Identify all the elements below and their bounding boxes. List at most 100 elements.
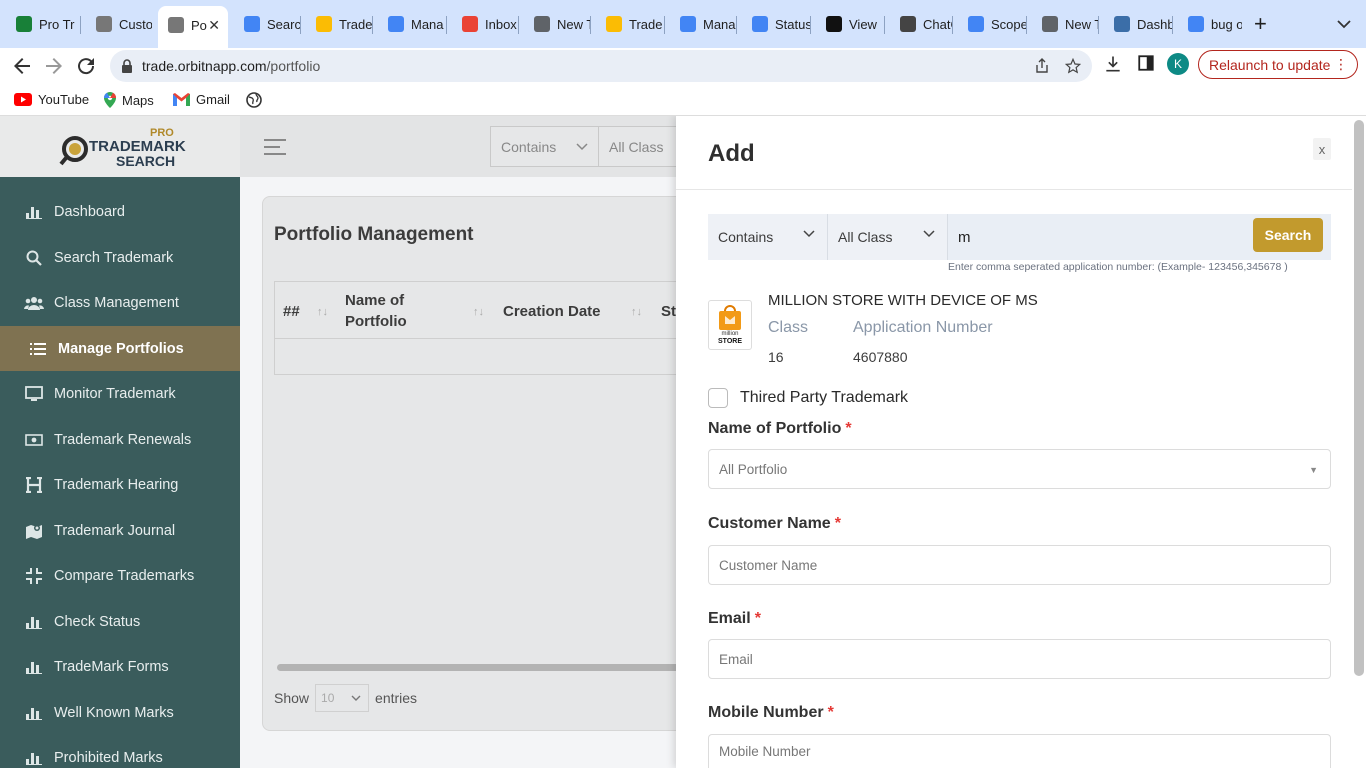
share-icon[interactable] <box>1034 58 1050 74</box>
bookmark-maps[interactable]: Maps <box>104 92 154 108</box>
browser-tab[interactable]: bug o <box>1178 9 1242 39</box>
hamburger-menu-icon[interactable] <box>264 139 286 155</box>
bookmark-label: Maps <box>122 92 154 108</box>
match-type-select[interactable]: Contains <box>708 214 828 260</box>
column-header-status[interactable]: St <box>661 282 676 340</box>
drive-icon <box>606 16 622 32</box>
globe-icon[interactable] <box>246 92 262 108</box>
relaunch-button[interactable]: Relaunch to update ⋮ <box>1198 50 1358 79</box>
bookmark-label: Gmail <box>196 92 230 107</box>
browser-tab[interactable]: Dashb <box>1104 9 1172 39</box>
profile-avatar[interactable]: K <box>1167 53 1189 75</box>
tab-separator <box>590 16 591 34</box>
sidebar-item-check-status[interactable]: Check Status <box>0 599 240 644</box>
browser-tab[interactable]: New T <box>1032 9 1098 39</box>
sort-icon[interactable]: ↑↓ <box>473 306 484 318</box>
browser-tab[interactable]: Custo <box>86 9 152 39</box>
money-icon <box>24 430 44 450</box>
browser-tab[interactable]: Scope <box>958 9 1026 39</box>
portfolio-select[interactable]: All Portfolio ▼ <box>708 449 1331 489</box>
sort-icon[interactable]: ↑↓ <box>631 306 642 318</box>
page-title: Portfolio Management <box>274 224 474 245</box>
browser-tab[interactable]: ChatG <box>890 9 952 39</box>
sidebar-item-label: Dashboard <box>54 203 125 220</box>
required-mark: * <box>845 420 852 437</box>
search-button[interactable]: Search <box>1253 218 1323 252</box>
sidebar-item-monitor-trademark[interactable]: Monitor Trademark <box>0 371 240 416</box>
mobile-number-field[interactable]: Mobile Number <box>708 734 1331 768</box>
browser-tab[interactable]: Inbox <box>452 9 518 39</box>
download-icon[interactable] <box>1103 54 1123 74</box>
map-icon <box>24 521 44 541</box>
tab-separator <box>1098 16 1099 34</box>
logo-text-line2: STORE <box>718 337 742 345</box>
list-icon <box>28 339 48 359</box>
browser-tab[interactable]: Status <box>742 9 810 39</box>
sort-icon[interactable]: ↑↓ <box>317 306 328 318</box>
back-icon[interactable] <box>10 54 34 78</box>
caret-down-icon: ▼ <box>1309 465 1318 475</box>
tab-search-chevron-icon[interactable] <box>1336 16 1352 32</box>
browser-tab[interactable]: Pro Tr <box>6 9 80 39</box>
browser-tab[interactable]: Trade <box>596 9 664 39</box>
sidebar-item-trademark-forms[interactable]: TradeMark Forms <box>0 644 240 689</box>
search-input[interactable] <box>948 214 1253 260</box>
trademark-search-logo[interactable]: PRO TRADEMARK SEARCH <box>58 124 188 174</box>
trademark-favicon <box>168 17 184 33</box>
reload-icon[interactable] <box>74 54 98 78</box>
bookmark-gmail[interactable]: Gmail <box>173 92 230 107</box>
select-value: All Class <box>838 229 893 245</box>
sidebar-item-well-known-marks[interactable]: Well Known Marks <box>0 690 240 735</box>
class-select[interactable]: All Class <box>828 214 948 260</box>
menu-dots-icon[interactable]: ⋮ <box>1334 56 1348 73</box>
address-bar[interactable]: trade.orbitnapp.com/portfolio <box>110 50 1092 82</box>
customer-name-field[interactable]: Customer Name <box>708 545 1331 585</box>
page-size-control: Show 10 entries <box>274 684 417 712</box>
browser-tab[interactable]: Po ✕ <box>158 6 228 48</box>
sidebar-item-trademark-renewals[interactable]: Trademark Renewals <box>0 417 240 462</box>
new-tab-button[interactable]: + <box>1254 12 1267 36</box>
top-match-type-select[interactable]: Contains <box>490 126 599 167</box>
url-host: trade.orbitnapp.com <box>142 58 267 74</box>
third-party-checkbox-row[interactable]: Thired Party Trademark <box>708 388 908 408</box>
app-viewport: PRO TRADEMARK SEARCH Dashboard Search Tr… <box>0 116 1366 768</box>
tab-title: New T <box>1065 16 1098 32</box>
sidebar-item-prohibited-marks[interactable]: Prohibited Marks <box>0 735 240 768</box>
sidebar-item-search-trademark[interactable]: Search Trademark <box>0 235 240 280</box>
browser-tab[interactable]: Mana <box>378 9 446 39</box>
browser-tab[interactable]: Trade <box>306 9 372 39</box>
input-placeholder: Customer Name <box>719 557 818 573</box>
class-value: 16 <box>768 349 784 365</box>
side-panel-icon[interactable] <box>1137 54 1155 72</box>
sidebar-item-label: Class Management <box>54 294 179 311</box>
forward-icon[interactable] <box>42 54 66 78</box>
column-header-name[interactable]: Name of Portfolio <box>345 282 445 340</box>
sidebar-item-trademark-journal[interactable]: Trademark Journal <box>0 508 240 553</box>
sidebar-item-manage-portfolios[interactable]: Manage Portfolios <box>0 326 240 371</box>
sidebar-item-class-management[interactable]: Class Management <box>0 280 240 325</box>
column-header-creation-date[interactable]: Creation Date <box>503 282 601 340</box>
browser-tab[interactable]: Mana <box>670 9 736 39</box>
email-field[interactable]: Email <box>708 639 1331 679</box>
horizontal-scrollbar[interactable] <box>277 664 707 671</box>
top-class-select[interactable]: All Class <box>598 126 678 167</box>
sidebar-item-trademark-hearing[interactable]: Trademark Hearing <box>0 462 240 507</box>
tab-separator <box>1026 16 1027 34</box>
mobile-number-label: Mobile Number * <box>708 704 834 722</box>
search-result-item[interactable]: million STORE MILLION STORE WITH DEVICE … <box>708 288 1328 368</box>
sidebar-item-compare-trademarks[interactable]: Compare Trademarks <box>0 553 240 598</box>
lock-icon[interactable] <box>120 58 134 74</box>
third-party-checkbox[interactable] <box>708 388 728 408</box>
bookmark-youtube[interactable]: YouTube <box>14 92 89 107</box>
close-tab-icon[interactable]: ✕ <box>208 17 220 34</box>
sidebar-item-dashboard[interactable]: Dashboard <box>0 189 240 234</box>
tab-title: Trade <box>629 16 663 32</box>
column-header-index[interactable]: ## <box>283 282 300 340</box>
browser-tab[interactable]: New T <box>524 9 590 39</box>
browser-tab[interactable]: View <box>816 9 884 39</box>
browser-tab[interactable]: Searc <box>234 9 300 39</box>
drawer-scrollbar[interactable] <box>1354 120 1364 676</box>
close-button[interactable]: x <box>1313 138 1331 160</box>
bookmark-star-icon[interactable] <box>1065 58 1081 74</box>
page-size-select[interactable]: 10 <box>315 684 370 712</box>
